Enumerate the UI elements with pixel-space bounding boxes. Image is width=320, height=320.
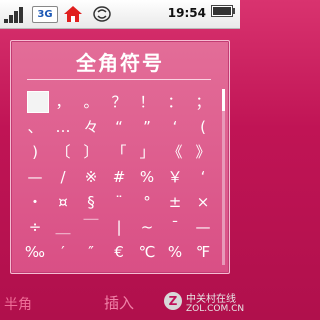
symbol-cell[interactable]: ′ bbox=[49, 241, 77, 263]
signal-strength-icon bbox=[4, 5, 24, 23]
symbol-cell[interactable]: ℉ bbox=[189, 241, 217, 263]
scrollbar-thumb[interactable] bbox=[222, 89, 225, 111]
symbol-cell[interactable]: ！ bbox=[133, 91, 161, 113]
symbol-cell[interactable]: × bbox=[189, 191, 217, 213]
symbol-cell[interactable]: ¨ bbox=[105, 191, 133, 213]
symbol-cell[interactable]: # bbox=[105, 166, 133, 188]
symbol-cell[interactable]: § bbox=[77, 191, 105, 213]
dialog-title: 全角符号 bbox=[76, 51, 164, 75]
symbol-cell[interactable]: 《 bbox=[161, 141, 189, 163]
symbol-cell[interactable]: ？ bbox=[105, 91, 133, 113]
symbol-cell[interactable]: ℃ bbox=[133, 241, 161, 263]
symbol-cell[interactable]: ： bbox=[161, 91, 189, 113]
symbol-cell[interactable]: ″ bbox=[77, 241, 105, 263]
watermark-logo-icon: Z bbox=[164, 292, 182, 310]
symbol-cell[interactable]: ‰ bbox=[21, 241, 49, 263]
symbol-picker-dialog: 全角符号 ，。？！：；、… 々 “” ‘() 〔〕「」《》 — / ※ #% ￥ ‘・ ¤ § ¨ ° ± × ÷… bbox=[10, 40, 230, 274]
watermark: Z 中关村在线 ZOL.COM.CN bbox=[164, 290, 244, 318]
status-bar: 3G 19:54 bbox=[0, 0, 240, 29]
symbol-cell[interactable]: % bbox=[133, 166, 161, 188]
symbol-cell[interactable]: 「 bbox=[105, 141, 133, 163]
network-label: 3G bbox=[32, 6, 58, 23]
symbol-cell[interactable]: 、 bbox=[21, 116, 49, 138]
symbol-cell[interactable]: ¤ bbox=[49, 191, 77, 213]
symbol-cell[interactable]: / bbox=[49, 166, 77, 188]
symbol-cell[interactable]: ， bbox=[49, 91, 77, 113]
halfwidth-softkey[interactable]: 半角 bbox=[4, 294, 32, 314]
symbol-cell[interactable]: % bbox=[161, 241, 189, 263]
symbol-cell[interactable]: “ bbox=[105, 116, 133, 138]
symbol-cell[interactable]: ( bbox=[189, 116, 217, 138]
symbol-cell[interactable]: 。 bbox=[77, 91, 105, 113]
symbol-cell[interactable]: ¯ bbox=[161, 216, 189, 238]
watermark-text-cn: 中关村在线 bbox=[186, 294, 236, 305]
symbol-cell[interactable]: ” bbox=[133, 116, 161, 138]
symbol-cell[interactable]: ) bbox=[21, 141, 49, 163]
battery-icon bbox=[211, 5, 235, 23]
symbol-cell[interactable]: ÷ bbox=[21, 216, 49, 238]
clock: 19:54 bbox=[167, 6, 206, 20]
symbol-cell[interactable]: ※ bbox=[77, 166, 105, 188]
symbol-cell[interactable]: 〔 bbox=[49, 141, 77, 163]
symbol-cell[interactable]: | bbox=[105, 216, 133, 238]
network-3g-icon: 3G bbox=[32, 5, 58, 23]
softkey-bar: 半角 插入 Z 中关村在线 ZOL.COM.CN bbox=[0, 286, 244, 320]
symbol-cell-selected[interactable] bbox=[27, 91, 49, 113]
symbol-cell[interactable]: ‘ bbox=[189, 166, 217, 188]
symbol-cell[interactable]: ； bbox=[189, 91, 217, 113]
symbol-cell[interactable]: ＿ bbox=[49, 216, 77, 238]
symbol-cell[interactable]: ￥ bbox=[161, 166, 189, 188]
watermark-text-en: ZOL.COM.CN bbox=[186, 304, 245, 314]
symbol-cell[interactable]: 」 bbox=[133, 141, 161, 163]
symbol-cell[interactable]: € bbox=[105, 241, 133, 263]
scrollbar[interactable] bbox=[222, 89, 225, 265]
insert-softkey[interactable]: 插入 bbox=[104, 292, 134, 313]
symbol-cell[interactable]: — bbox=[189, 216, 217, 238]
symbol-cell[interactable]: — bbox=[21, 166, 49, 188]
symbol-cell[interactable]: ± bbox=[161, 191, 189, 213]
symbol-cell[interactable]: ° bbox=[133, 191, 161, 213]
symbol-cell[interactable]: 》 bbox=[189, 141, 217, 163]
symbol-cell[interactable]: ‘ bbox=[161, 116, 189, 138]
notification-icon bbox=[92, 5, 112, 23]
title-divider bbox=[27, 79, 211, 80]
symbol-cell[interactable]: 々 bbox=[77, 116, 105, 138]
home-zone-icon bbox=[62, 5, 84, 23]
symbol-cell[interactable]: ~ bbox=[133, 216, 161, 238]
symbol-cell[interactable]: ・ bbox=[21, 191, 49, 213]
symbol-cell[interactable]: 〕 bbox=[77, 141, 105, 163]
symbol-cell[interactable]: ￣ bbox=[77, 216, 105, 238]
symbol-cell[interactable]: … bbox=[49, 116, 77, 138]
